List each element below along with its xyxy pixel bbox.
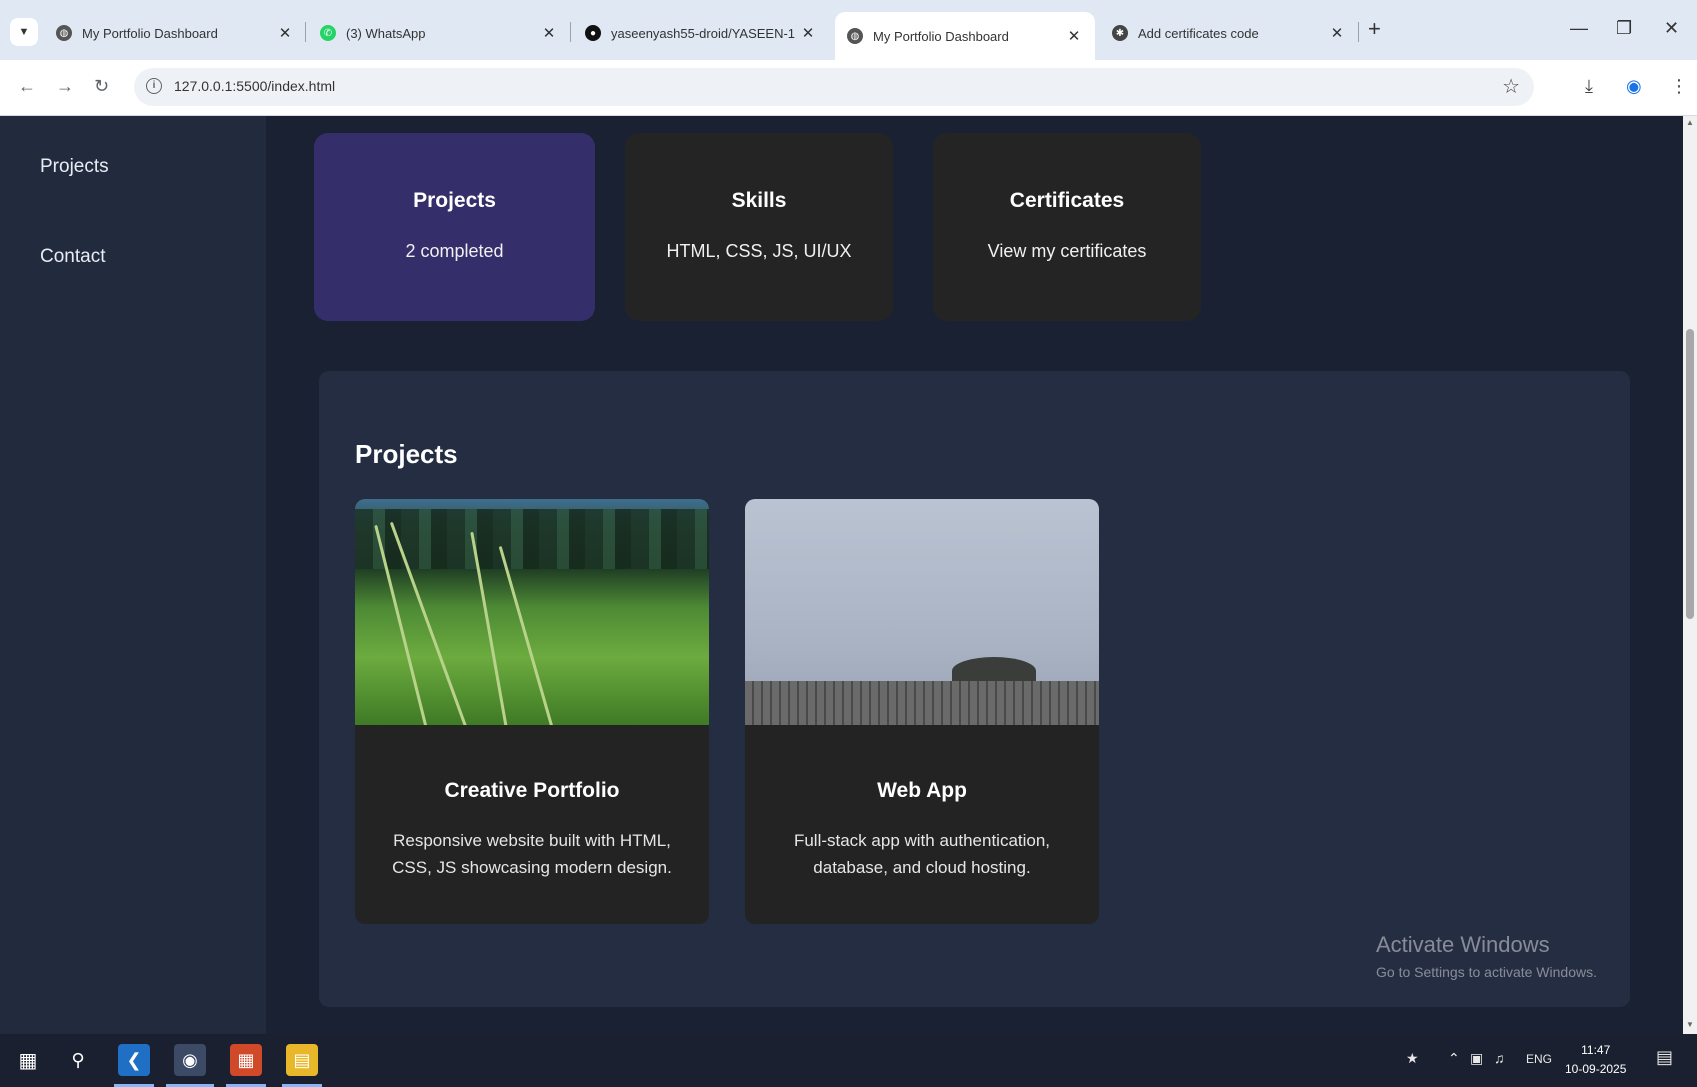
page-scrollbar[interactable]: ▲ ▼ <box>1683 116 1697 1034</box>
scrollbar-thumb[interactable] <box>1686 329 1694 619</box>
browser-tab-strip: ▼ ◍ My Portfolio Dashboard ✕ ✆ (3) Whats… <box>0 0 1697 60</box>
tab-portfolio-1[interactable]: ◍ My Portfolio Dashboard ✕ <box>44 12 306 54</box>
chevron-down-icon: ▼ <box>18 26 30 38</box>
site-info-icon[interactable]: i <box>146 78 162 94</box>
profile-icon[interactable]: ◉ <box>1626 76 1642 97</box>
sidebar-item-projects[interactable]: Projects <box>40 156 109 178</box>
tab-title: Add certificates code <box>1138 25 1259 41</box>
sidebar-item-contact[interactable]: Contact <box>40 246 105 268</box>
bookmark-star-icon[interactable]: ☆ <box>1502 74 1520 99</box>
tab-title: My Portfolio Dashboard <box>873 28 1009 44</box>
grass-blade <box>498 545 554 725</box>
watermark-title: Activate Windows <box>1376 932 1550 957</box>
stat-card-title: Certificates <box>1009 189 1125 212</box>
network-icon[interactable]: ▣ <box>1470 1050 1483 1067</box>
window-close-icon[interactable]: ✕ <box>1664 18 1679 39</box>
project-card-creative-portfolio[interactable]: Creative Portfolio Responsive website bu… <box>355 499 709 924</box>
restore-icon[interactable]: ❐ <box>1616 18 1632 39</box>
windows-taskbar: ▦ ⚲ ❮ ◉ ▦ ▤ ★ ⌃ ▣ ♫ ENG 11:47 10-09-2025… <box>0 1034 1697 1087</box>
grass-field-photo <box>355 499 709 725</box>
globe-icon: ◍ <box>56 25 72 41</box>
wooden-dock <box>745 681 1099 725</box>
close-icon[interactable]: ✕ <box>276 24 294 42</box>
project-description: Full-stack app with authentication, data… <box>793 831 1051 877</box>
search-icon[interactable]: ⚲ <box>62 1044 94 1076</box>
tab-portfolio-active[interactable]: ◍ My Portfolio Dashboard ✕ <box>835 12 1095 60</box>
forward-icon[interactable]: → <box>56 76 74 97</box>
main-content: Projects 2 completed Skills HTML, CSS, J… <box>266 116 1683 1034</box>
clock-time: 11:47 <box>1581 1043 1611 1057</box>
close-icon[interactable]: ✕ <box>1065 27 1083 45</box>
project-title: Creative Portfolio <box>444 779 620 802</box>
tab-title: (3) WhatsApp <box>346 25 426 41</box>
scroll-up-icon[interactable]: ▲ <box>1686 118 1694 127</box>
tab-github[interactable]: ● yaseenyash55-droid/YASEEN-1 ✕ <box>573 12 829 54</box>
stat-card-title: Projects <box>413 189 496 212</box>
kebab-menu-icon[interactable]: ⋮ <box>1670 76 1688 97</box>
reload-icon[interactable]: ↻ <box>94 76 109 97</box>
stat-card-subtitle: HTML, CSS, JS, UI/UX <box>666 241 852 261</box>
stat-card-subtitle: 2 completed <box>405 241 504 261</box>
presentation-app-icon[interactable]: ▦ <box>230 1044 262 1076</box>
stat-card-skills[interactable]: Skills HTML, CSS, JS, UI/UX <box>625 133 893 321</box>
project-title: Web App <box>877 779 967 802</box>
activate-windows-watermark: Activate Windows Go to Settings to activ… <box>1376 932 1597 980</box>
tab-separator <box>1358 22 1359 42</box>
whatsapp-icon: ✆ <box>320 25 336 41</box>
clock-date: 10-09-2025 <box>1565 1062 1627 1076</box>
stat-card-certificates[interactable]: Certificates View my certificates <box>933 133 1201 321</box>
volume-icon[interactable]: ♫ <box>1494 1050 1505 1066</box>
back-icon[interactable]: ← <box>18 76 36 97</box>
tree-line <box>355 509 709 569</box>
stat-card-title: Skills <box>731 189 787 212</box>
project-card-web-app[interactable]: Web App Full-stack app with authenticati… <box>745 499 1099 924</box>
close-icon[interactable]: ✕ <box>799 24 817 42</box>
address-bar[interactable]: i 127.0.0.1:5500/index.html ☆ <box>134 68 1534 106</box>
tab-title: yaseenyash55-droid/YASEEN-1 <box>611 25 796 41</box>
scroll-down-icon[interactable]: ▼ <box>1686 1020 1694 1029</box>
stat-card-subtitle: View my certificates <box>987 241 1147 261</box>
new-tab-button[interactable]: + <box>1368 16 1381 42</box>
section-title: Projects <box>355 439 458 469</box>
browser-toolbar: ← → ↻ i 127.0.0.1:5500/index.html ☆ ⤓ ◉ … <box>0 60 1697 116</box>
vscode-icon[interactable]: ❮ <box>118 1044 150 1076</box>
dock-and-rock-photo <box>745 499 1099 725</box>
notification-icon[interactable]: ▤ <box>1656 1047 1673 1068</box>
people-icon[interactable]: ★ <box>1406 1050 1419 1067</box>
tab-separator <box>305 22 306 42</box>
tab-separator <box>570 22 571 42</box>
watermark-subtitle: Go to Settings to activate Windows. <box>1376 964 1597 980</box>
projects-section: Projects Creative Portfolio Responsive w… <box>319 371 1630 1007</box>
project-description: Responsive website built with HTML, CSS,… <box>392 831 672 877</box>
file-explorer-icon[interactable]: ▤ <box>286 1044 318 1076</box>
stat-card-projects[interactable]: Projects 2 completed <box>314 133 595 321</box>
tab-certificates-code[interactable]: ✱ Add certificates code ✕ <box>1100 12 1358 54</box>
language-indicator[interactable]: ENG <box>1526 1052 1552 1066</box>
minimize-icon[interactable]: — <box>1570 18 1588 39</box>
windows-start-icon[interactable]: ▦ <box>12 1044 44 1076</box>
chevron-up-icon[interactable]: ⌃ <box>1448 1050 1460 1067</box>
chrome-icon[interactable]: ◉ <box>174 1044 206 1076</box>
tab-title: My Portfolio Dashboard <box>82 25 218 41</box>
tab-whatsapp[interactable]: ✆ (3) WhatsApp ✕ <box>308 12 570 54</box>
system-clock[interactable]: 11:47 10-09-2025 <box>1565 1041 1626 1079</box>
tab-search-button[interactable]: ▼ <box>10 18 38 46</box>
close-icon[interactable]: ✕ <box>540 24 558 42</box>
openai-icon: ✱ <box>1112 25 1128 41</box>
url-text[interactable]: 127.0.0.1:5500/index.html <box>174 78 335 94</box>
close-icon[interactable]: ✕ <box>1328 24 1346 42</box>
sidebar: Projects Contact <box>0 116 266 1034</box>
globe-icon: ◍ <box>847 28 863 44</box>
github-icon: ● <box>585 25 601 41</box>
download-icon[interactable]: ⤓ <box>1585 76 1593 97</box>
